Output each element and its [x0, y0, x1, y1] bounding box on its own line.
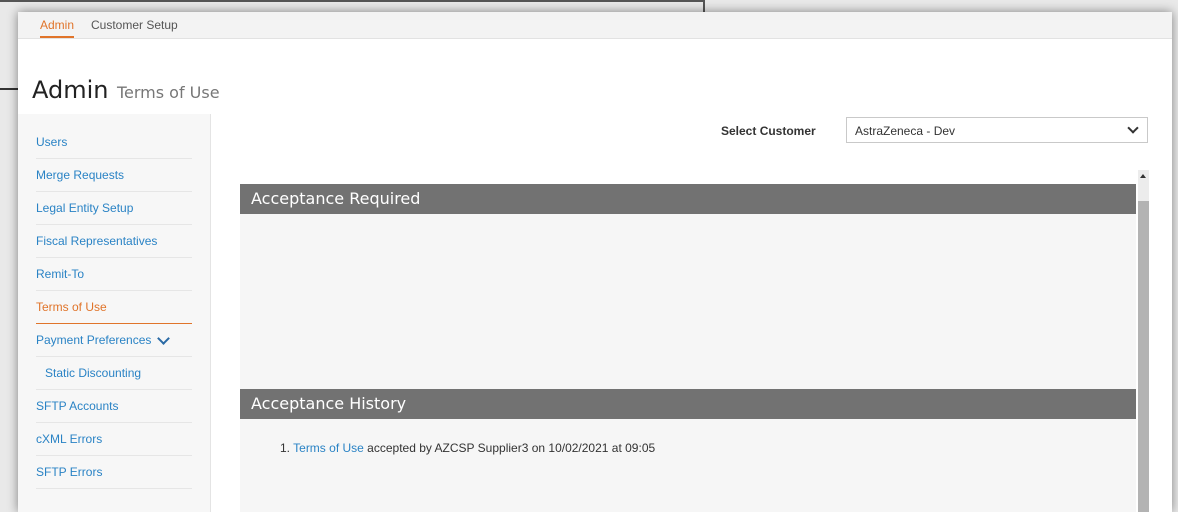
customer-select[interactable]: AstraZeneca - Dev [846, 117, 1148, 143]
sidebar-item-label: Remit-To [36, 267, 85, 281]
sidebar-item-merge-requests[interactable]: Merge Requests [36, 159, 192, 192]
sidebar-item-label: Users [36, 135, 68, 149]
sidebar-item-cxml-errors[interactable]: cXML Errors [36, 423, 192, 456]
tab-admin[interactable]: Admin [40, 18, 75, 38]
sidebar-item-label: SFTP Errors [36, 465, 103, 479]
sidebar-item-label: Fiscal Representatives [36, 234, 158, 248]
page-title-subtitle: Terms of Use [116, 83, 220, 102]
page-title-main: Admin [32, 76, 109, 104]
sidebar-item-label: cXML Errors [36, 432, 103, 446]
chevron-down-icon [157, 331, 171, 345]
list-item: 1. Terms of Use accepted by AZCSP Suppli… [280, 441, 655, 455]
sidebar: Users Merge Requests Legal Entity Setup … [18, 114, 211, 512]
main-content: Select Customer AstraZeneca - Dev Accept… [210, 114, 1172, 512]
sidebar-item-label: Static Discounting [45, 366, 142, 380]
sidebar-item-label: Payment Preferences [36, 333, 152, 347]
chevron-down-icon [1127, 122, 1139, 134]
select-customer-label: Select Customer [721, 124, 816, 138]
tab-customer-setup[interactable]: Customer Setup [91, 18, 178, 36]
sidebar-item-fiscal-representatives[interactable]: Fiscal Representatives [36, 225, 192, 258]
history-item-text: accepted by AZCSP Supplier3 on 10/02/202… [367, 441, 656, 455]
sidebar-item-static-discounting[interactable]: Static Discounting [36, 357, 192, 390]
history-item-number: 1. [280, 441, 291, 455]
terms-of-use-link[interactable]: Terms of Use [293, 441, 364, 455]
scrollbar-thumb[interactable] [1138, 201, 1149, 512]
sidebar-item-remit-to[interactable]: Remit-To [36, 258, 192, 291]
acceptance-history-header: Acceptance History [240, 389, 1136, 419]
background-window-edge [0, 0, 705, 2]
terms-scroll-area: Acceptance Required Acceptance History 1… [240, 184, 1136, 512]
sidebar-item-label: SFTP Accounts [36, 399, 119, 413]
sidebar-item-sftp-errors[interactable]: SFTP Errors [36, 456, 192, 489]
vertical-scrollbar[interactable] [1138, 170, 1149, 512]
page-title: Admin Terms of Use [32, 76, 220, 104]
sidebar-item-legal-entity-setup[interactable]: Legal Entity Setup [36, 192, 192, 225]
sidebar-item-label: Terms of Use [36, 300, 107, 314]
scroll-up-arrow-icon[interactable] [1140, 174, 1146, 178]
sidebar-item-label: Legal Entity Setup [36, 201, 134, 215]
sidebar-item-label: Merge Requests [36, 168, 125, 182]
customer-select-value: AstraZeneca - Dev [855, 124, 956, 138]
sidebar-item-users[interactable]: Users [36, 114, 192, 159]
sidebar-item-payment-preferences[interactable]: Payment Preferences [36, 324, 192, 357]
acceptance-required-header: Acceptance Required [240, 184, 1136, 214]
sidebar-item-sftp-accounts[interactable]: SFTP Accounts [36, 390, 192, 423]
top-navigation: Admin Customer Setup [18, 12, 1172, 39]
app-window: Admin Customer Setup Admin Terms of Use … [18, 12, 1172, 512]
sidebar-item-terms-of-use[interactable]: Terms of Use [36, 291, 192, 324]
